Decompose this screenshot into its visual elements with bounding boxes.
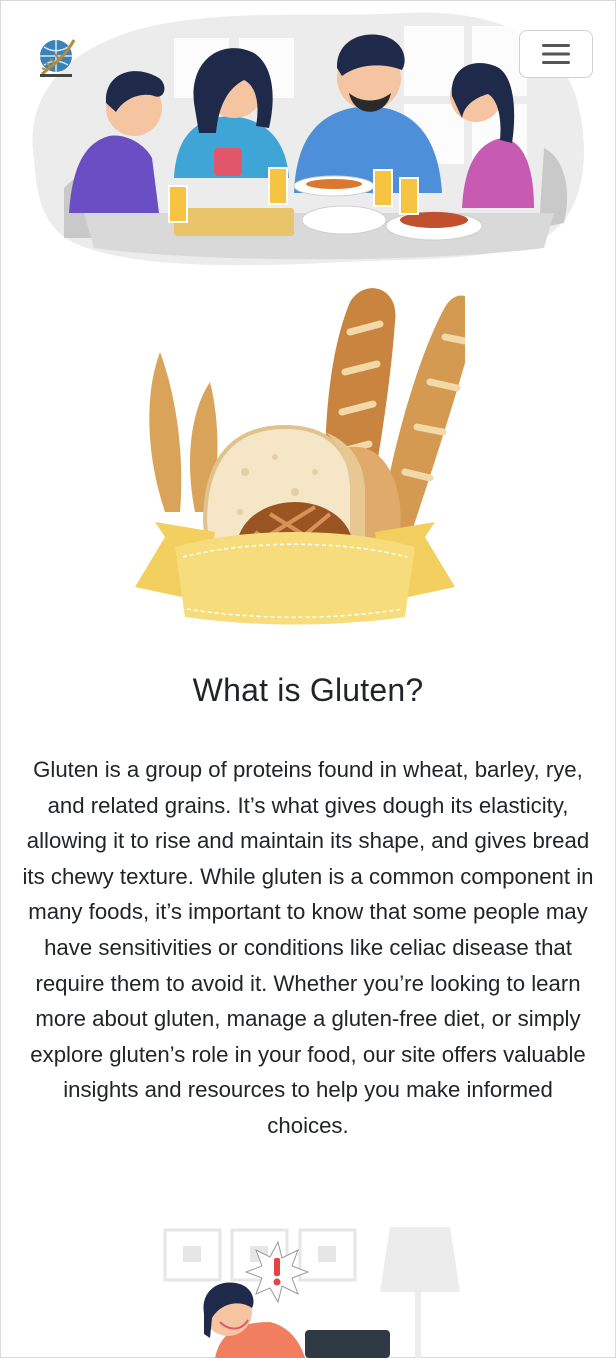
menu-toggle-button[interactable]: [519, 30, 593, 78]
section-title: What is Gluten?: [192, 672, 424, 708]
alert-symbol: [273, 1258, 281, 1286]
globe-wheat-logo-icon[interactable]: [34, 34, 78, 78]
section-description: Gluten is a group of proteins found in w…: [22, 757, 594, 1138]
family-dinner-illustration: [32, 12, 584, 266]
hamburger-menu-icon: [542, 44, 570, 64]
stressed-woman-illustration: [163, 1227, 460, 1358]
bread-and-wheat-illustration: [135, 288, 465, 625]
